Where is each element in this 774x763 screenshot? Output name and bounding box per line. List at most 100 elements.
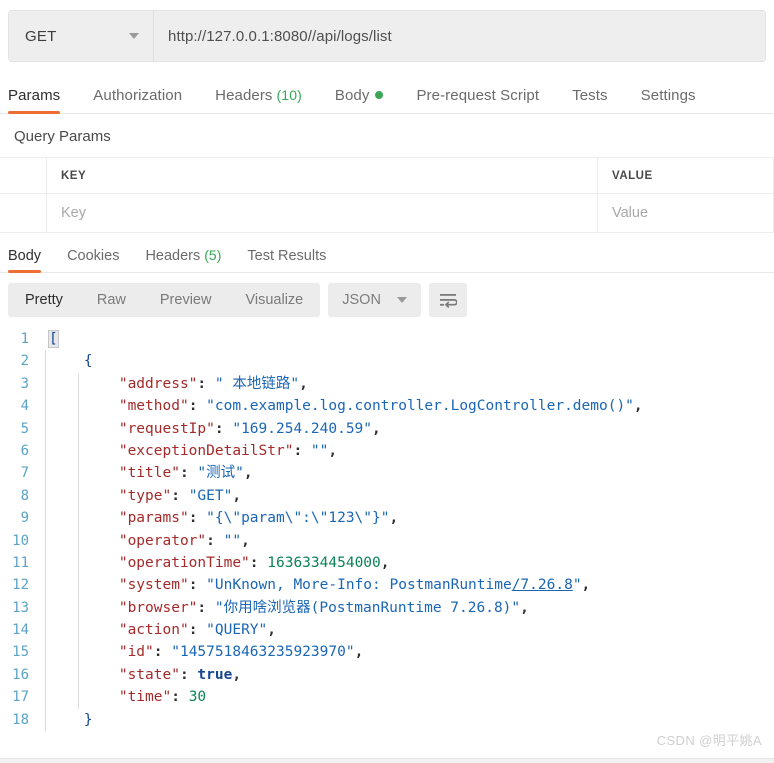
code-token: "browser" [118, 599, 198, 616]
code-line-text: "system": "UnKnown, More-Info: PostmanRu… [45, 574, 774, 597]
code-token: , [232, 666, 242, 683]
code-line: 11 "operationTime": 1636334454000, [0, 551, 774, 575]
code-token: , [232, 487, 242, 504]
code-token: "GET" [188, 487, 233, 504]
code-token: "title" [118, 465, 180, 482]
code-token: "com.example.log.controller.LogControlle… [206, 398, 634, 415]
line-number: 9 [20, 510, 29, 527]
code-token: , [389, 510, 399, 527]
code-line: 17 "time": 30 [0, 686, 774, 709]
code-line: 4 "method": "com.example.log.controller.… [0, 395, 774, 418]
param-value-input[interactable]: Value [597, 193, 774, 233]
view-mode-pretty[interactable]: Pretty [8, 283, 80, 317]
code-token: : [188, 398, 207, 415]
response-tab-test-results[interactable]: Test Results [247, 248, 326, 272]
code-line: 1[ [0, 328, 774, 350]
http-method-select[interactable]: GET [9, 11, 154, 61]
tab-headers[interactable]: Headers (10) [215, 87, 302, 113]
indent-guide [78, 686, 79, 709]
line-number: 2 [20, 353, 29, 370]
tab-settings-label: Settings [640, 87, 696, 104]
view-mode-group: Pretty Raw Preview Visualize [8, 283, 321, 317]
tab-authorization[interactable]: Authorization [93, 87, 182, 113]
code-token: { [83, 353, 93, 370]
tab-settings[interactable]: Settings [641, 87, 696, 113]
indent-guide [78, 395, 79, 418]
tab-params-label: Params [8, 87, 61, 104]
indent-guide [45, 619, 46, 642]
line-number: 3 [20, 375, 29, 392]
code-line-text: "exceptionDetailStr": "", [45, 439, 774, 463]
code-token: "system" [118, 577, 189, 594]
response-tab-headers-count: (5) [204, 247, 222, 263]
wrap-text-icon [439, 294, 457, 308]
indent-guide [78, 439, 79, 463]
response-tab-body[interactable]: Body [8, 248, 42, 273]
code-token: : [249, 554, 268, 571]
code-line-text: "id": "1457518463235923970", [45, 641, 774, 664]
code-line: 18 } [0, 708, 774, 732]
code-token: : [197, 375, 215, 392]
response-body-code-viewer[interactable]: 1[ 2 {3 "address": " 本地链路", 4 "method": "c… [0, 328, 774, 744]
request-url-bar: GET http://127.0.0.1:8080//api/logs/list [8, 10, 766, 62]
indent-guide [78, 507, 79, 530]
response-tab-cookies[interactable]: Cookies [67, 248, 119, 272]
indent-guide [45, 663, 46, 687]
table-row: Key Value [0, 193, 774, 233]
code-token: "state" [118, 666, 180, 683]
chevron-down-icon [396, 297, 407, 303]
tab-body[interactable]: Body [335, 87, 384, 113]
view-mode-preview[interactable]: Preview [143, 283, 229, 317]
code-token: , [328, 442, 338, 459]
indent-guide [78, 417, 79, 440]
line-number: 13 [12, 599, 29, 616]
response-tab-headers[interactable]: Headers (5) [145, 247, 221, 272]
code-line: 16 "state": true, [0, 663, 774, 687]
code-line-text: "type": "GET", [45, 484, 774, 508]
code-line: 9 "params": "{\"param\":\"123\"}", [0, 507, 774, 530]
code-token: "requestIp" [118, 420, 215, 437]
indent-guide [78, 372, 79, 396]
code-line-text: "operationTime": 1636334454000, [45, 551, 774, 575]
indent-guide [78, 484, 79, 508]
bottom-divider [0, 758, 774, 763]
code-token: "exceptionDetailStr" [118, 442, 294, 459]
code-token: " [572, 577, 582, 594]
view-mode-visualize[interactable]: Visualize [228, 283, 320, 317]
param-key-input[interactable]: Key [46, 193, 598, 233]
wrap-text-button[interactable] [428, 283, 467, 317]
code-token: " 本地链路" [214, 375, 300, 392]
line-number: 6 [20, 442, 29, 459]
response-tabs: Body Cookies Headers (5) Test Results [0, 240, 774, 273]
code-token: "测试" [197, 465, 244, 482]
tab-tests-label: Tests [572, 87, 608, 104]
header-checkbox-cell [0, 157, 47, 194]
code-token: 30 [188, 689, 207, 706]
code-line: 10 "operator": "", [0, 529, 774, 552]
tab-tests[interactable]: Tests [572, 87, 608, 113]
view-mode-raw[interactable]: Raw [80, 283, 143, 317]
row-checkbox-cell[interactable] [0, 193, 47, 233]
line-number: 16 [12, 666, 29, 683]
indent-guide [45, 529, 46, 552]
indent-guide [45, 708, 46, 732]
code-token: true [197, 666, 233, 683]
code-token: "{\"param\":\"123\"}" [206, 510, 390, 527]
code-token: : [293, 442, 311, 459]
response-format-select[interactable]: JSON [328, 283, 421, 317]
header-value: VALUE [597, 157, 774, 194]
line-number: 14 [12, 622, 29, 639]
tab-pre-request-script[interactable]: Pre-request Script [416, 87, 539, 113]
tab-params[interactable]: Params [8, 87, 61, 114]
code-token: "params" [118, 510, 189, 527]
code-line: 3 "address": " 本地链路", [0, 372, 774, 396]
request-url-input[interactable]: http://127.0.0.1:8080//api/logs/list [154, 11, 765, 61]
